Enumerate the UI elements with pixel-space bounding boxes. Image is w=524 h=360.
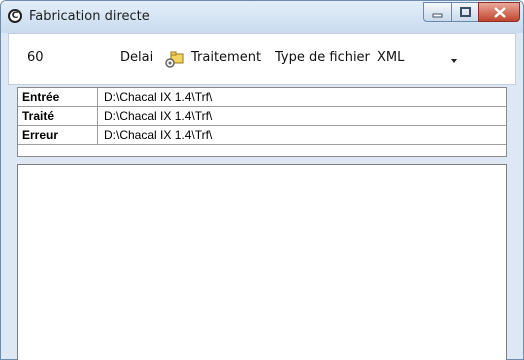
file-type-label: Type de fichier (275, 50, 370, 65)
close-button[interactable] (478, 2, 520, 22)
path-label: Entrée (18, 88, 98, 106)
path-row-erreur: Erreur D:\Chacal IX 1.4\Trf\ (18, 126, 506, 145)
folder-gear-icon (165, 51, 184, 68)
window-title: Fabrication directe (29, 9, 150, 24)
toolbar (8, 33, 516, 85)
path-value[interactable]: D:\Chacal IX 1.4\Trf\ (104, 126, 212, 144)
path-value[interactable]: D:\Chacal IX 1.4\Trf\ (104, 88, 212, 106)
file-type-select[interactable]: XML (377, 50, 404, 65)
app-c-icon: C (8, 9, 22, 23)
path-label: Erreur (18, 126, 98, 144)
chevron-down-icon[interactable] (451, 59, 457, 63)
path-row-traite: Traité D:\Chacal IX 1.4\Trf\ (18, 107, 506, 126)
minimize-icon (432, 13, 443, 18)
minimize-button[interactable] (423, 2, 452, 22)
treatment-button[interactable] (165, 49, 185, 69)
title-bar[interactable]: C Fabrication directe (1, 1, 523, 33)
maximize-icon (460, 7, 471, 17)
path-value[interactable]: D:\Chacal IX 1.4\Trf\ (104, 107, 212, 125)
maximize-button[interactable] (451, 2, 479, 22)
path-row-entree: Entrée D:\Chacal IX 1.4\Trf\ (18, 88, 506, 107)
treatment-label[interactable]: Traitement (191, 50, 261, 65)
close-icon (494, 7, 506, 18)
delay-label: Delai (120, 50, 154, 65)
log-area[interactable] (17, 164, 507, 360)
delay-input[interactable]: 60 (27, 50, 44, 65)
path-label: Traité (18, 107, 98, 125)
paths-table: Entrée D:\Chacal IX 1.4\Trf\ Traité D:\C… (17, 87, 507, 157)
